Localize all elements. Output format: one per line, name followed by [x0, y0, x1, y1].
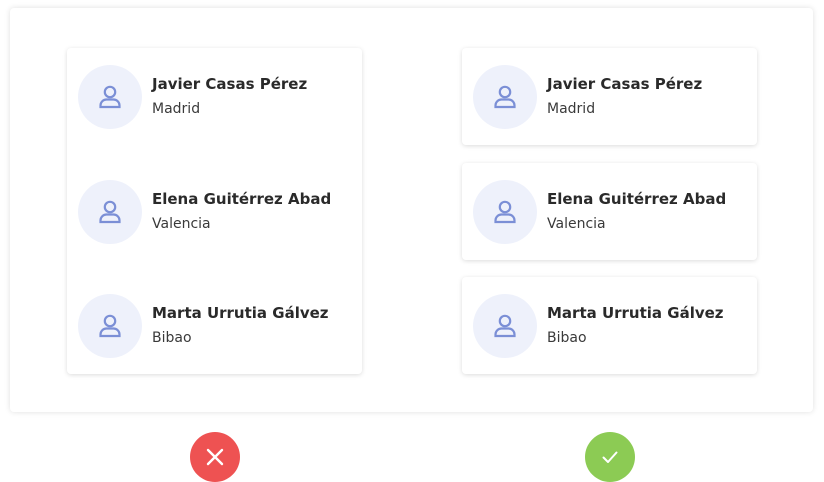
avatar: [473, 65, 537, 129]
list-item: Marta Urrutia Gálvez Bibao: [67, 293, 362, 359]
person-name: Elena Guitérrez Abad: [152, 190, 332, 208]
user-icon: [99, 200, 121, 224]
user-icon: [494, 200, 516, 224]
user-icon: [99, 85, 121, 109]
person-city: Madrid: [152, 101, 201, 117]
avatar: [78, 294, 142, 358]
single-card-list: Javier Casas Pérez Madrid Elena Guitérre…: [67, 48, 362, 374]
person-card: Javier Casas Pérez Madrid: [462, 48, 757, 145]
person-city: Valencia: [152, 216, 211, 232]
person-card: Marta Urrutia Gálvez Bibao: [462, 277, 757, 374]
avatar: [78, 180, 142, 244]
user-icon: [99, 314, 121, 338]
list-item: Javier Casas Pérez Madrid: [67, 64, 362, 130]
person-name: Javier Casas Pérez: [547, 75, 703, 93]
person-name: Marta Urrutia Gálvez: [152, 304, 329, 322]
list-item: Elena Guitérrez Abad Valencia: [462, 179, 757, 245]
incorrect-badge: [190, 432, 240, 482]
person-city: Bibao: [547, 330, 587, 346]
list-item: Marta Urrutia Gálvez Bibao: [462, 293, 757, 359]
avatar: [473, 294, 537, 358]
person-name: Marta Urrutia Gálvez: [547, 304, 724, 322]
user-icon: [494, 85, 516, 109]
correct-badge: [585, 432, 635, 482]
check-icon: [602, 451, 618, 463]
person-city: Bibao: [152, 330, 192, 346]
person-name: Elena Guitérrez Abad: [547, 190, 727, 208]
list-item: Javier Casas Pérez Madrid: [462, 64, 757, 130]
user-icon: [494, 314, 516, 338]
person-name: Javier Casas Pérez: [152, 75, 308, 93]
avatar: [473, 180, 537, 244]
person-city: Valencia: [547, 216, 606, 232]
list-item: Elena Guitérrez Abad Valencia: [67, 179, 362, 245]
avatar: [78, 65, 142, 129]
close-icon: [206, 448, 224, 466]
person-card: Elena Guitérrez Abad Valencia: [462, 163, 757, 260]
person-city: Madrid: [547, 101, 596, 117]
